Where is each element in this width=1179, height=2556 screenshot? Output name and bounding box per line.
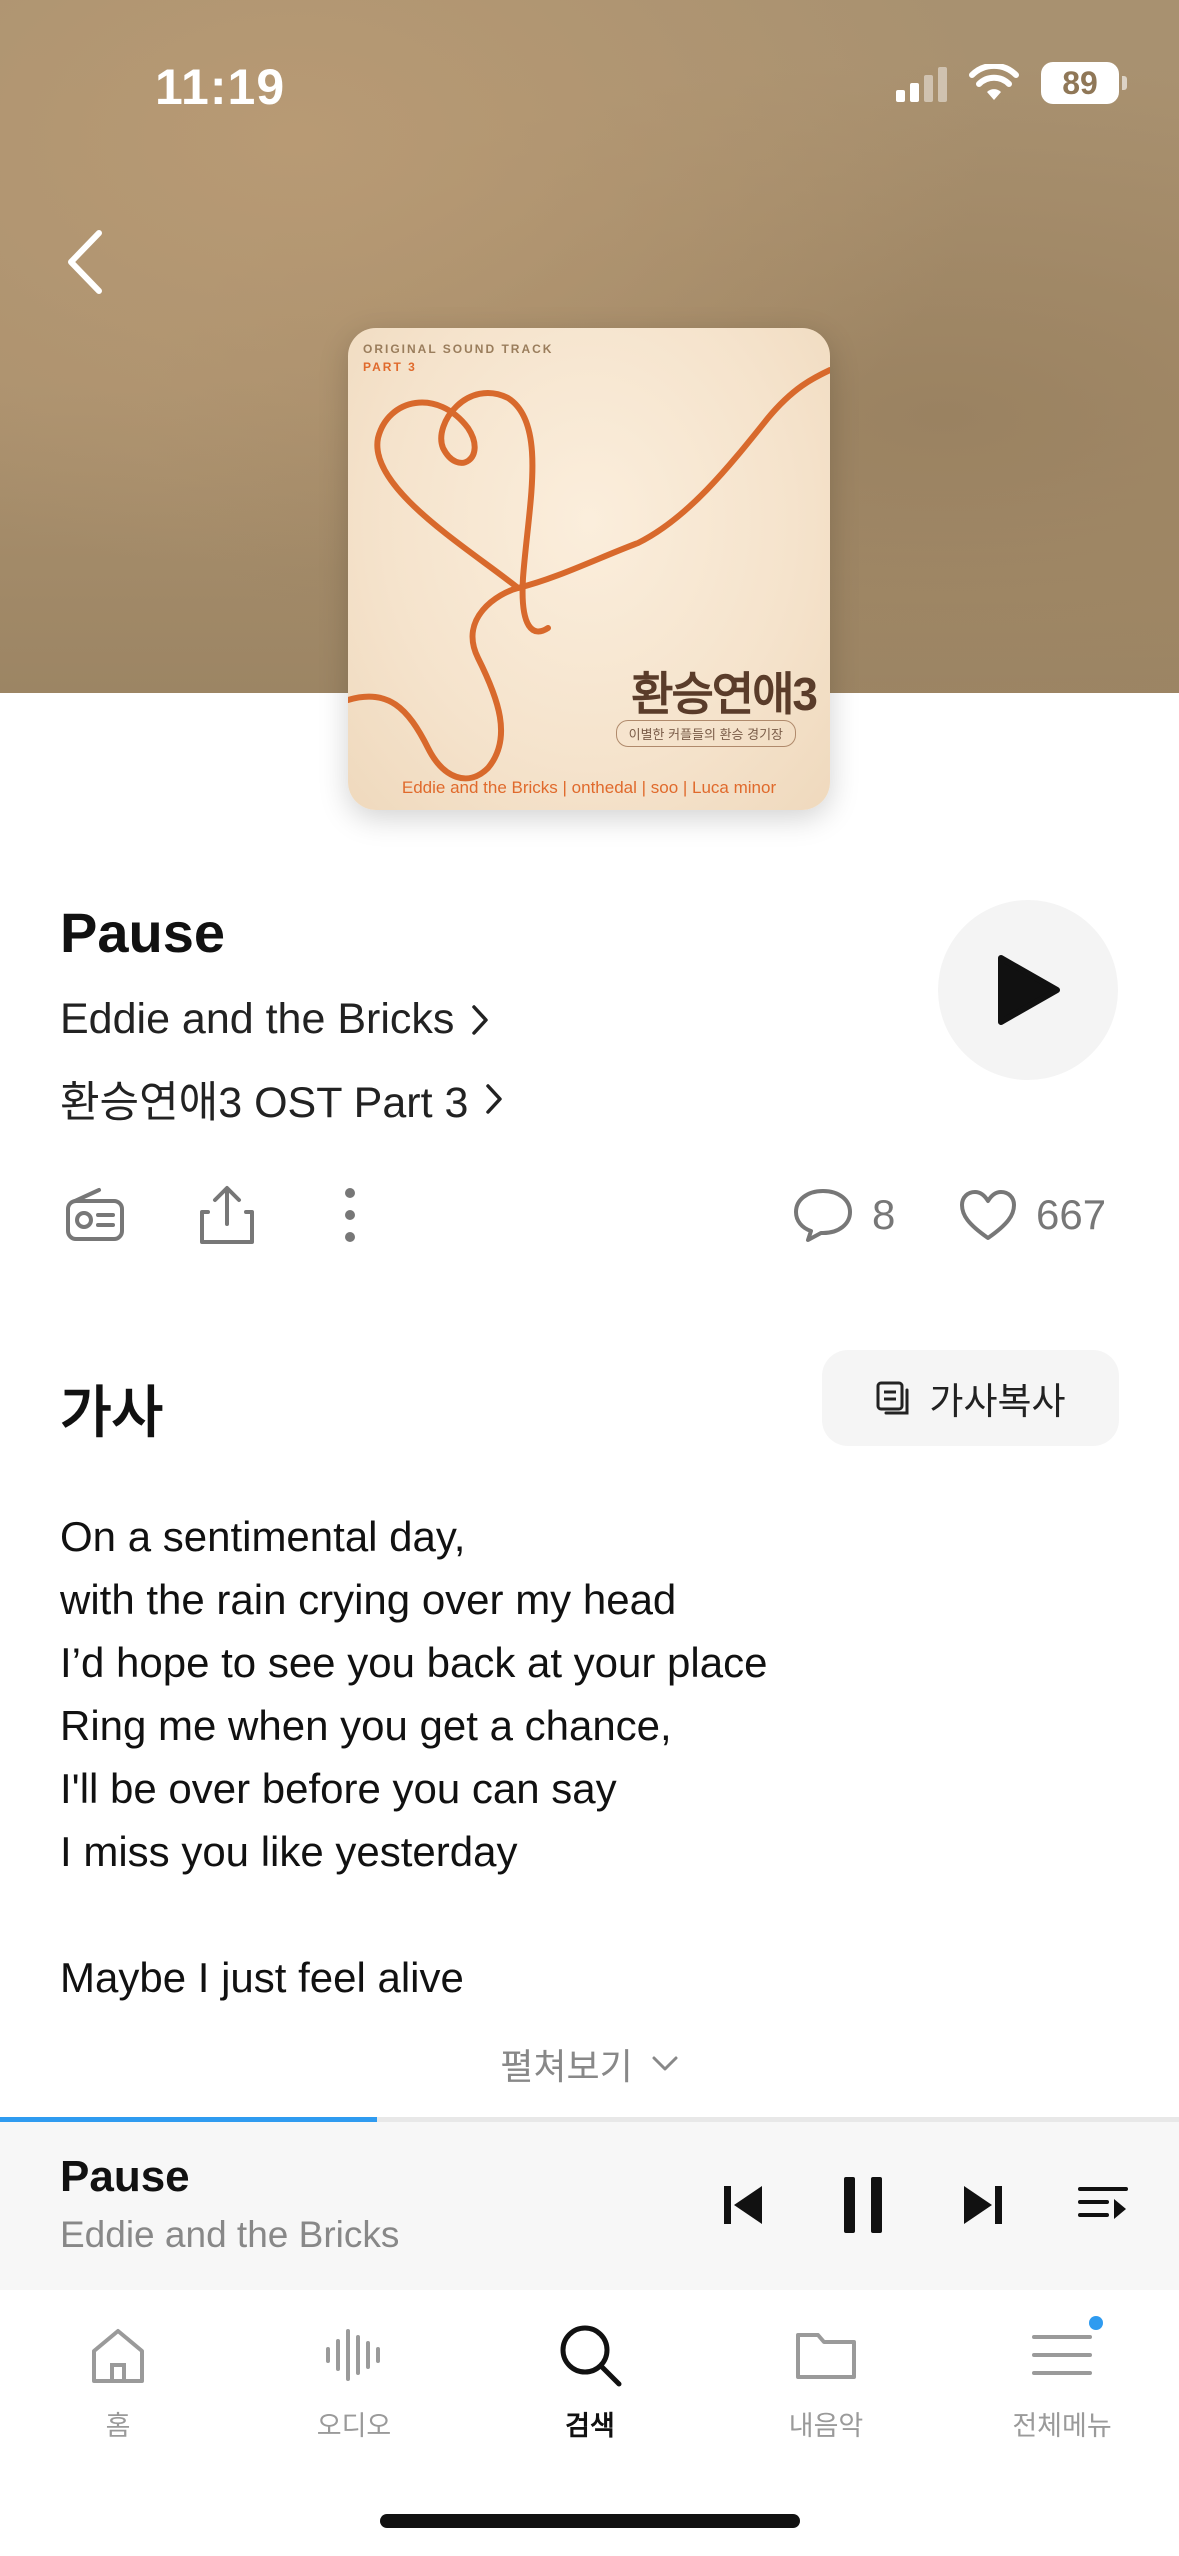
mini-player[interactable]: Pause Eddie and the Bricks bbox=[0, 2122, 1179, 2290]
chevron-right-icon bbox=[472, 1004, 489, 1035]
chevron-down-icon bbox=[652, 2056, 678, 2071]
home-indicator bbox=[380, 2514, 800, 2528]
mini-player-title: Pause bbox=[60, 2152, 190, 2201]
lyric-line: I’d hope to see you back at your place bbox=[60, 1639, 768, 1686]
status-icons: 89 bbox=[896, 62, 1127, 104]
album-part-label: PART 3 bbox=[363, 360, 417, 374]
tab-my-music[interactable]: 내음악 bbox=[726, 2320, 926, 2443]
tab-audio[interactable]: 오디오 bbox=[254, 2320, 454, 2443]
song-title: Pause bbox=[60, 901, 225, 964]
album-art[interactable]: ORIGINAL SOUND TRACK PART 3 환승연애3 이별한 커플… bbox=[348, 328, 830, 810]
comments-button[interactable]: 8 bbox=[792, 1185, 895, 1245]
lyrics-heading: 가사 bbox=[60, 1381, 164, 1444]
tab-label: 전체메뉴 bbox=[1012, 2411, 1112, 2441]
mini-player-artist: Eddie and the Bricks bbox=[60, 2214, 400, 2255]
radio-button[interactable] bbox=[65, 1185, 125, 1245]
artist-link[interactable]: Eddie and the Bricks bbox=[60, 995, 490, 1044]
lyric-line: with the rain crying over my head bbox=[60, 1576, 677, 1623]
tab-label: 홈 bbox=[105, 2411, 131, 2441]
notification-dot bbox=[1089, 2316, 1103, 2330]
back-button[interactable] bbox=[55, 222, 115, 302]
pause-button[interactable] bbox=[828, 2170, 898, 2240]
copy-icon bbox=[876, 1381, 909, 1415]
chevron-left-icon bbox=[68, 230, 102, 294]
like-count: 667 bbox=[1036, 1191, 1107, 1238]
album-name: 환승연애3 OST Part 3 bbox=[60, 1079, 469, 1127]
share-button[interactable] bbox=[198, 1185, 256, 1245]
wifi-icon bbox=[969, 64, 1019, 100]
tab-search[interactable]: 검색 bbox=[490, 2320, 690, 2443]
lyric-line: On a sentimental day, bbox=[60, 1513, 466, 1560]
comment-icon bbox=[794, 1189, 852, 1242]
tab-label: 검색 bbox=[565, 2411, 615, 2441]
lyric-stanza-gap bbox=[60, 1883, 767, 1946]
artist-name: Eddie and the Bricks bbox=[60, 995, 455, 1043]
playlist-button[interactable] bbox=[1068, 2170, 1138, 2240]
lyrics-text: On a sentimental day, with the rain cryi… bbox=[60, 1505, 767, 2009]
album-artists-credit: Eddie and the Bricks | onthedal | soo | … bbox=[401, 778, 777, 797]
play-icon bbox=[998, 955, 1060, 1025]
album-logo-title: 환승연애3 bbox=[631, 668, 818, 720]
lyric-line: I'll be over before you can say bbox=[60, 1765, 617, 1812]
album-link[interactable]: 환승연애3 OST Part 3 bbox=[60, 1068, 504, 1130]
play-button[interactable] bbox=[938, 900, 1118, 1080]
radio-icon bbox=[66, 1188, 124, 1241]
pause-icon bbox=[844, 2177, 882, 2233]
skip-next-icon bbox=[964, 2186, 1002, 2224]
status-time: 11:19 bbox=[155, 59, 286, 115]
menu-icon bbox=[1027, 2316, 1103, 2390]
home-icon bbox=[83, 2320, 153, 2390]
next-button[interactable] bbox=[948, 2170, 1018, 2240]
previous-button[interactable] bbox=[708, 2170, 778, 2240]
expand-lyrics-label: 펼쳐보기 bbox=[500, 2046, 633, 2087]
share-icon bbox=[200, 1186, 254, 1244]
more-button[interactable] bbox=[340, 1185, 360, 1245]
tab-home[interactable]: 홈 bbox=[18, 2320, 218, 2443]
cellular-signal-icon bbox=[896, 64, 947, 102]
skip-previous-icon bbox=[724, 2186, 762, 2224]
copy-lyrics-label: 가사복사 bbox=[929, 1381, 1066, 1422]
audio-wave-icon bbox=[319, 2320, 389, 2390]
folder-icon bbox=[791, 2320, 861, 2390]
tab-all-menu[interactable]: 전체메뉴 bbox=[962, 2316, 1162, 2443]
lyric-line: I miss you like yesterday bbox=[60, 1828, 518, 1875]
battery-level: 89 bbox=[1062, 64, 1098, 101]
heart-icon bbox=[960, 1190, 1016, 1240]
like-button[interactable]: 667 bbox=[958, 1185, 1106, 1245]
expand-lyrics-button[interactable]: 펼쳐보기 bbox=[0, 2038, 1179, 2090]
battery-icon: 89 bbox=[1041, 62, 1127, 104]
playlist-icon bbox=[1078, 2187, 1128, 2219]
album-ost-label: ORIGINAL SOUND TRACK bbox=[363, 342, 554, 356]
tab-label: 내음악 bbox=[788, 2411, 864, 2441]
lyric-line: Ring me when you get a chance, bbox=[60, 1702, 672, 1749]
album-logo-subtitle: 이별한 커플들의 환승 경기장 bbox=[615, 720, 796, 747]
lyric-line: Maybe I just feel alive bbox=[60, 1954, 464, 2001]
search-icon bbox=[555, 2320, 625, 2390]
comment-count: 8 bbox=[872, 1191, 896, 1238]
tab-label: 오디오 bbox=[316, 2411, 392, 2441]
more-vertical-icon bbox=[345, 1188, 355, 1242]
chevron-right-icon bbox=[486, 1084, 503, 1114]
copy-lyrics-button[interactable]: 가사복사 bbox=[822, 1350, 1119, 1446]
